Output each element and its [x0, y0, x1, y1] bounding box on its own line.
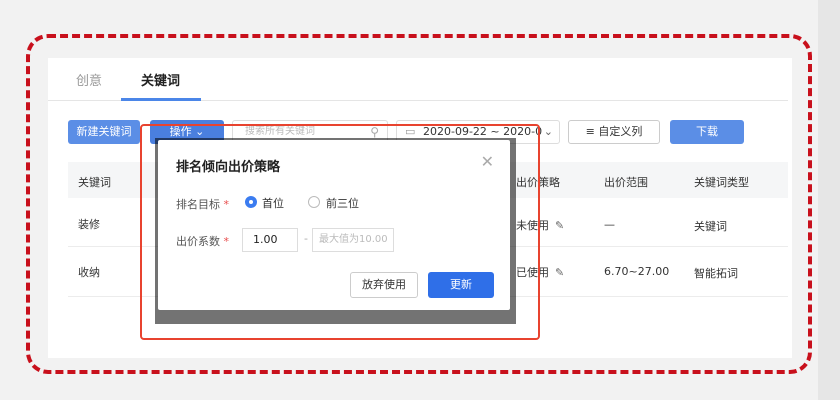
- page-right-strip: [818, 0, 840, 400]
- dashed-annotation-frame: [26, 34, 812, 374]
